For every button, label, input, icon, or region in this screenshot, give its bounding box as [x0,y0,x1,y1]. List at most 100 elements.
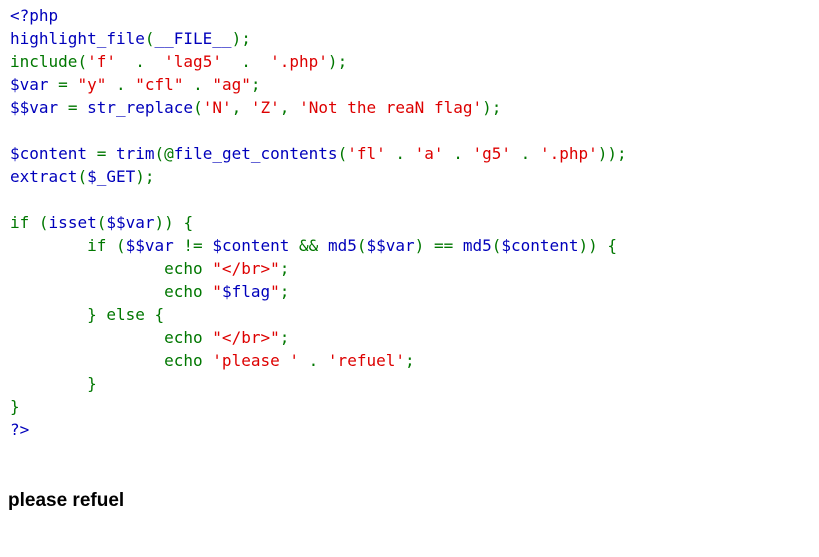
code-token: { [154,305,165,324]
code-token: . [453,144,463,163]
code-token: ( [337,144,348,163]
code-token: include [10,52,78,71]
code-token: if [10,213,30,232]
code-line: ​ [10,188,627,211]
code-token: ( [193,98,203,117]
code-token: extract [10,167,78,186]
code-token: ) [588,236,598,255]
code-token: "</br>" [212,328,280,347]
code-token: . [116,75,126,94]
code-token: ) [607,144,618,163]
code-token: '.php' [539,144,598,163]
php-source-code-block: <?php highlight_file(__FILE__); include('f… [10,4,627,441]
code-token: 'a' [414,144,444,163]
code-token: ) [597,144,608,163]
code-line: $content = trim(@file_get_contents('fl' … [10,142,627,165]
code-token: ( [77,52,88,71]
code-token: ( [154,144,165,163]
code-token: ) [414,236,425,255]
code-token: ( [38,213,49,232]
code-token: echo [164,351,203,370]
code-token: = [96,144,107,163]
code-token: " [270,282,280,301]
code-token: } [87,305,97,324]
code-token: ) [154,213,165,232]
code-token: echo [164,259,203,278]
code-token: { [183,213,194,232]
page-root: <?php highlight_file(__FILE__); include('f… [0,0,819,557]
code-token: ; [404,351,415,370]
code-token: isset [48,213,97,232]
code-line: include('f' . 'lag5' . '.php'); [10,50,627,73]
code-token: ; [491,98,502,117]
code-token: if [87,236,107,255]
code-line: echo "$flag"; [10,280,627,303]
code-token: file_get_contents [173,144,338,163]
code-token: ( [115,236,126,255]
code-line: <?php [10,4,627,27]
code-token: " [212,282,222,301]
code-token: ; [279,328,290,347]
code-token: $_GET [87,167,136,186]
code-token: md5 [462,236,492,255]
code-token: , [279,98,290,117]
code-token: ( [491,236,502,255]
code-token: ; [279,282,290,301]
code-token: $var [10,75,49,94]
code-token: ) [164,213,174,232]
code-line: ?> [10,418,627,441]
code-line: if (isset($$var)) { [10,211,627,234]
code-token: , [231,98,242,117]
code-line: extract($_GET); [10,165,627,188]
code-token: ?> [10,420,30,439]
code-token: } [87,374,97,393]
code-token: ) [482,98,492,117]
code-token: 'refuel' [327,351,405,370]
code-token: $content [212,236,290,255]
code-token: ) [578,236,589,255]
code-token: "ag" [212,75,251,94]
code-line: $$var = str_replace('N', 'Z', 'Not the r… [10,96,627,119]
code-token: 'Not the reaN flag' [299,98,483,117]
code-token: 'fl' [347,144,386,163]
code-token: ( [96,213,107,232]
code-token: != [183,236,203,255]
code-token: $$var [366,236,415,255]
code-token: str_replace [87,98,194,117]
code-token: else [106,305,145,324]
code-token: $content [10,144,88,163]
code-token: $$var [106,213,155,232]
code-token: ; [241,29,251,48]
code-token: ; [337,52,348,71]
code-token: . [520,144,531,163]
code-token: && [299,236,319,255]
code-line: if ($$var != $content && md5($$var) == m… [10,234,627,257]
code-token: '.php' [270,52,328,71]
code-token: . [308,351,319,370]
